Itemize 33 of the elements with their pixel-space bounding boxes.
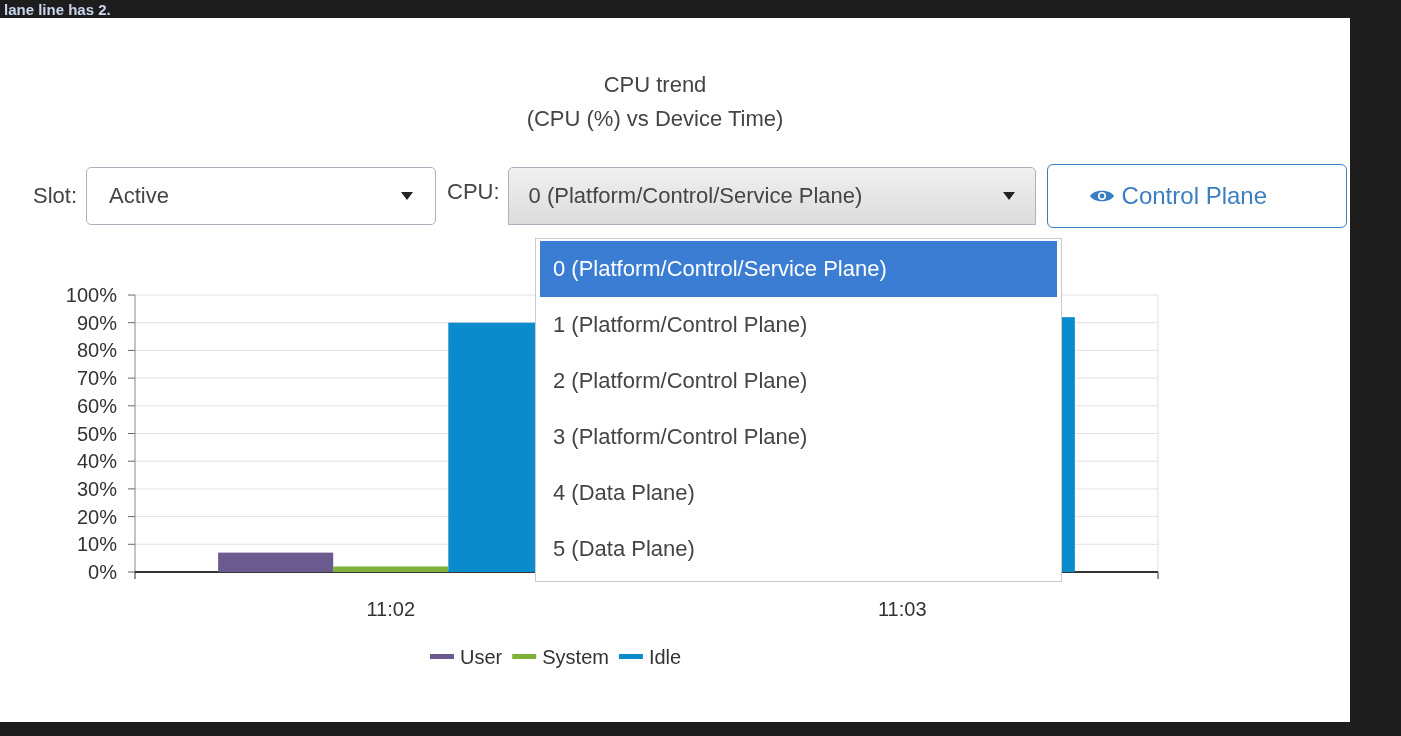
y-tick-label: 30% [76, 477, 117, 500]
caret-icon [1002, 192, 1015, 200]
eye-icon [1089, 189, 1114, 203]
y-tick-label: 60% [76, 394, 117, 417]
y-tick-label: 20% [76, 505, 117, 528]
y-tick-label: 40% [76, 450, 117, 473]
dropdown-option[interactable]: 4 (Data Plane) [540, 465, 1057, 521]
x-tick-label: 11:03 [877, 598, 927, 620]
chart-title: CPU trend [602, 72, 708, 98]
dropdown-option[interactable]: 3 (Platform/Control Plane) [540, 409, 1057, 465]
cpu-label: CPU: [447, 179, 500, 205]
y-tick-label: 0% [88, 561, 117, 583]
dropdown-option[interactable]: 2 (Platform/Control Plane) [540, 353, 1057, 409]
y-tick-label: 90% [76, 311, 117, 334]
x-tick-label: 11:02 [366, 598, 416, 620]
cpu-select[interactable]: 0 (Platform/Control/Service Plane) [507, 167, 1036, 225]
chart-subtitle: (CPU (%) vs Device Time) [525, 106, 785, 132]
y-tick-label: 50% [76, 422, 117, 445]
dropdown-option[interactable]: 1 (Platform/Control Plane) [540, 297, 1057, 353]
legend-label: System [542, 646, 609, 668]
legend-label: Idle [648, 646, 682, 668]
caret-icon [401, 192, 414, 200]
slot-select[interactable]: Active [86, 167, 437, 225]
legend-label: User [460, 646, 503, 668]
y-tick-label: 70% [76, 367, 117, 390]
dropdown-option[interactable]: 0 (Platform/Control/Service Plane) [540, 241, 1057, 297]
control-plane-button[interactable]: Control Plane [1046, 164, 1347, 228]
heading-text: lane line has 2. [4, 1, 111, 18]
dropdown-option[interactable]: 5 (Data Plane) [540, 521, 1057, 577]
y-tick-label: 80% [76, 339, 117, 362]
y-tick-label: 100% [65, 284, 117, 306]
slot-label: Slot: [33, 183, 78, 209]
y-tick-label: 10% [76, 533, 117, 556]
